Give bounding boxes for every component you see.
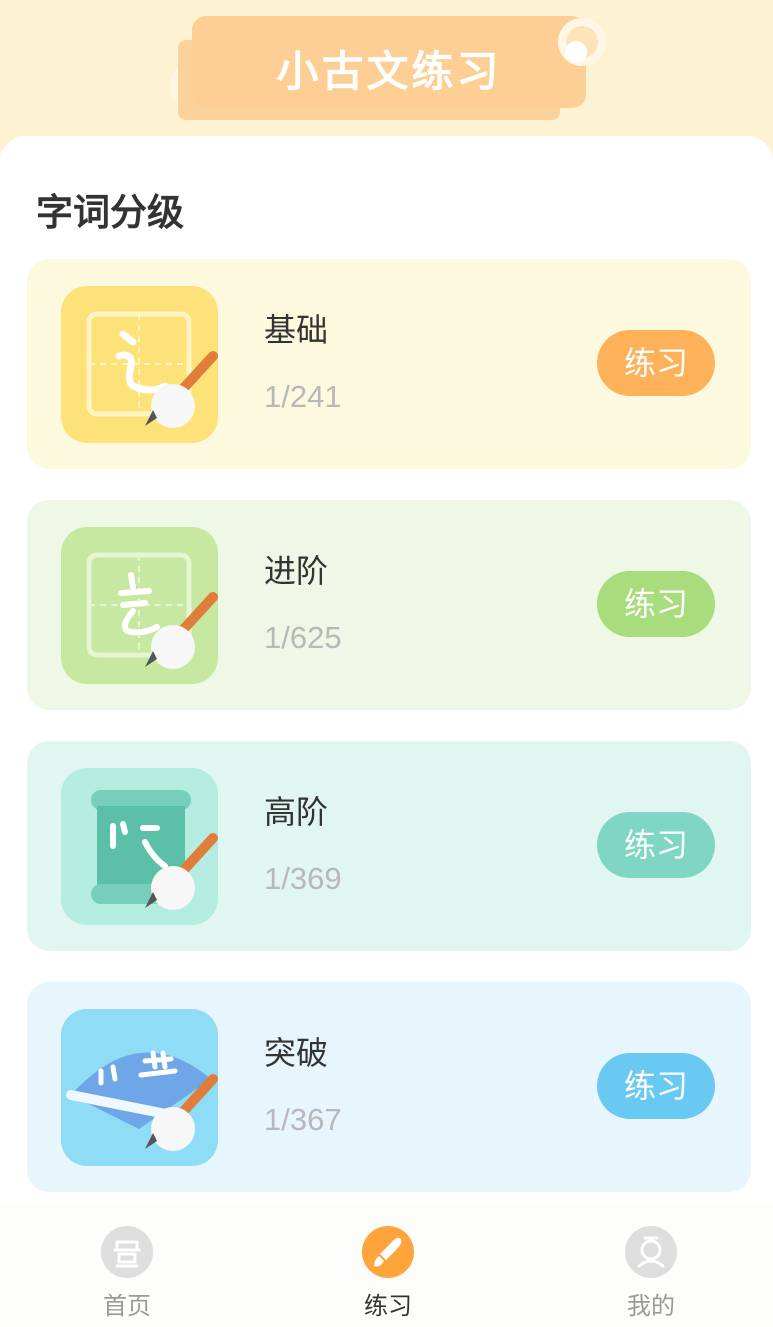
level-progress: 1/625	[264, 620, 342, 655]
advanced-level-icon	[61, 527, 218, 684]
brush-icon	[362, 1226, 414, 1278]
level-card-basic[interactable]: 基础 1/241 练习	[27, 259, 751, 469]
level-progress: 1/369	[264, 861, 342, 896]
cloud-ornament-icon	[558, 18, 606, 66]
level-name: 基础	[264, 311, 329, 349]
practice-button-high[interactable]: 练习	[597, 812, 715, 878]
practice-button-advanced[interactable]: 练习	[597, 571, 715, 637]
level-card-breakthrough[interactable]: 突破 1/367 练习	[27, 982, 751, 1192]
title-banner: 小古文练习	[192, 16, 586, 108]
level-name: 高阶	[264, 793, 329, 831]
tab-label: 我的	[627, 1292, 675, 1320]
tab-label: 首页	[103, 1292, 151, 1320]
level-card-advanced[interactable]: 进阶 1/625 练习	[27, 500, 751, 710]
tab-profile[interactable]: 我的	[581, 1206, 721, 1327]
level-name: 进阶	[264, 552, 329, 590]
level-card-high[interactable]: 高阶 1/369 练习	[27, 741, 751, 951]
level-progress: 1/367	[264, 1102, 342, 1137]
section-title: 字词分级	[36, 191, 184, 234]
breakthrough-level-icon	[61, 1009, 218, 1166]
profile-icon	[625, 1226, 677, 1278]
bottom-tab-bar: 首页 练习 我的	[0, 1206, 773, 1327]
home-icon	[101, 1226, 153, 1278]
practice-button-basic[interactable]: 练习	[597, 330, 715, 396]
tab-practice[interactable]: 练习	[318, 1206, 458, 1327]
basic-level-icon	[61, 286, 218, 443]
tab-label: 练习	[364, 1292, 412, 1320]
page-title: 小古文练习	[276, 47, 502, 96]
high-level-icon	[61, 768, 218, 925]
header: 小古文练习	[0, 0, 773, 150]
level-name: 突破	[264, 1034, 329, 1072]
level-progress: 1/241	[264, 379, 342, 414]
tab-home[interactable]: 首页	[57, 1206, 197, 1327]
practice-button-breakthrough[interactable]: 练习	[597, 1053, 715, 1119]
